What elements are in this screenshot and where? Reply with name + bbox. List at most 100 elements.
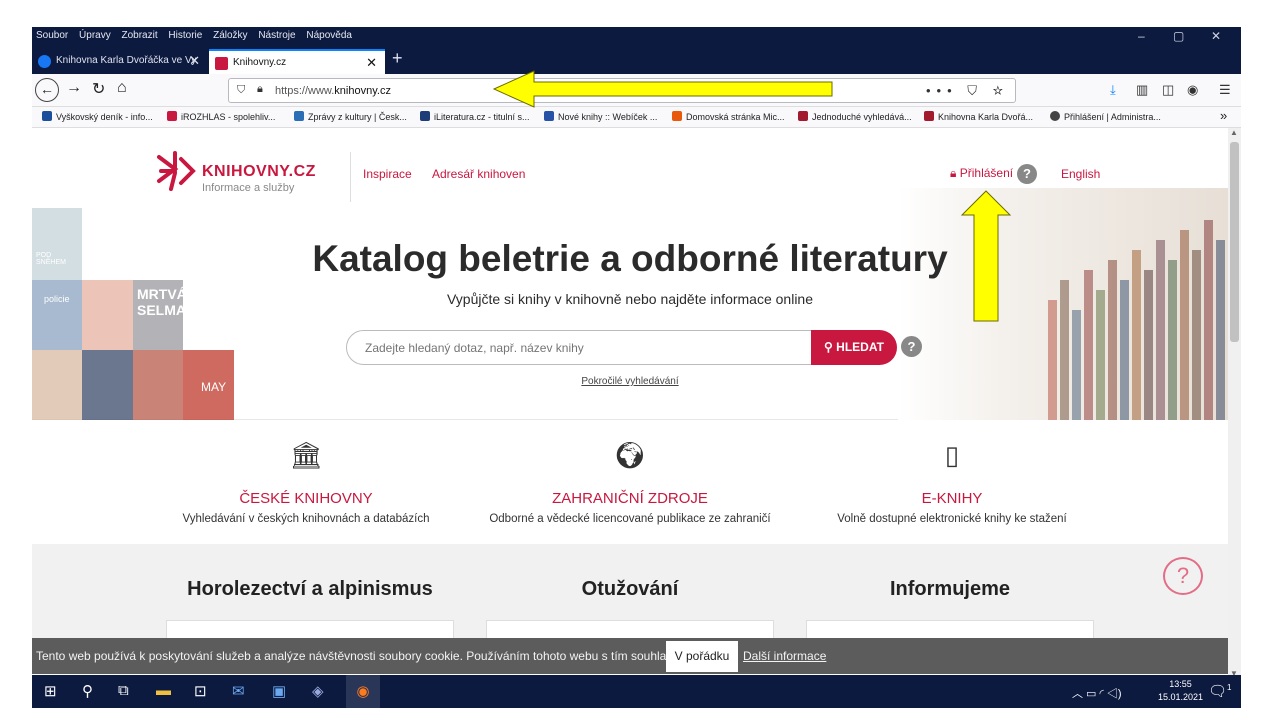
section-heading: Horolezectví a alpinismus xyxy=(187,578,433,600)
menu-zobrazit[interactable]: Zobrazit xyxy=(118,27,162,41)
account-icon[interactable]: ◉ xyxy=(1187,82,1198,98)
search-input[interactable] xyxy=(363,340,803,356)
hero-section: POD SNĚHEM policie MRTVÁ SELMA MAY KNIHO… xyxy=(32,128,1228,420)
clock[interactable]: 13:55 15.01.2021 xyxy=(1158,678,1203,704)
tab-knihovny[interactable]: Knihovny.cz ✕ xyxy=(209,49,385,74)
close-tab-icon[interactable]: ✕ xyxy=(189,53,200,69)
url-text: https://www.knihovny.cz xyxy=(275,85,391,97)
article-card[interactable] xyxy=(486,620,774,638)
windows-start-icon[interactable]: ⊞ xyxy=(44,682,57,700)
menu-napoveda[interactable]: Nápověda xyxy=(302,27,356,41)
tab-label: Knihovny.cz xyxy=(233,57,287,68)
menu-bar: Soubor Úpravy Zobrazit Historie Záložky … xyxy=(32,27,1241,46)
scroll-up-icon[interactable]: ▲ xyxy=(1230,128,1238,137)
service-title[interactable]: ZAHRANIČNÍ ZDROJE xyxy=(470,490,790,507)
forward-button[interactable]: → xyxy=(66,79,82,97)
file-explorer-icon[interactable]: ▬ xyxy=(156,682,171,699)
annotation-arrow-up xyxy=(960,190,1012,322)
bookmark-item[interactable]: Knihovna Karla Dvořá... xyxy=(924,111,1033,122)
menu-nastroje[interactable]: Nástroje xyxy=(254,27,299,41)
library-icon[interactable]: ▥ xyxy=(1136,82,1148,98)
language-english-link[interactable]: English xyxy=(1061,167,1100,181)
login-help-icon[interactable]: ? xyxy=(1017,164,1037,184)
bookmark-item[interactable]: Nové knihy :: Webíček ... xyxy=(544,111,657,122)
store-icon[interactable]: ⊡ xyxy=(194,682,207,700)
menu-historie[interactable]: Historie xyxy=(164,27,206,41)
sidebar-icon[interactable]: ◫ xyxy=(1162,82,1174,98)
site-logo-subtitle: Informace a služby xyxy=(202,182,295,194)
task-view-icon[interactable]: ⧉ xyxy=(118,682,129,699)
menu-icon[interactable]: ☰ xyxy=(1219,82,1231,98)
bookmark-item[interactable]: Domovská stránka Mic... xyxy=(672,111,785,122)
bookmark-item[interactable]: Vyškovský deník - info... xyxy=(42,111,153,122)
knihovny-logo-icon[interactable] xyxy=(157,151,197,191)
article-card[interactable] xyxy=(166,620,454,638)
menu-upravy[interactable]: Úpravy xyxy=(75,27,115,41)
tracking-shield-icon[interactable]: ⛉ xyxy=(237,84,245,97)
close-window-button[interactable]: ✕ xyxy=(1199,29,1233,43)
reload-button[interactable]: ↻ xyxy=(92,79,105,99)
service-ceske-knihovny[interactable]: 🏛︎ ČESKÉ KNIHOVNY Vyhledávání v českých … xyxy=(146,440,466,525)
service-title[interactable]: E-KNIHY xyxy=(792,490,1112,507)
search-icon[interactable]: ⚲ xyxy=(82,682,93,700)
page-actions[interactable]: ••• ⛉ ☆ xyxy=(926,83,1009,99)
globe-icon: 🌍︎ xyxy=(613,440,647,470)
menu-soubor[interactable]: Soubor xyxy=(32,27,72,41)
section-heading: Informujeme xyxy=(889,578,1011,600)
bookmark-item[interactable]: Jednoduché vyhledává... xyxy=(798,111,912,122)
bookmark-item[interactable]: Zprávy z kultury | Česk... xyxy=(294,111,407,122)
tablet-icon: ▯ xyxy=(944,440,960,470)
page-subtitle: Vypůjčte si knihy v knihovně nebo najdět… xyxy=(446,291,814,307)
service-zahranicni-zdroje[interactable]: 🌍︎ ZAHRANIČNÍ ZDROJE Odborné a vědecké l… xyxy=(470,440,790,525)
menu-zalozky[interactable]: Záložky xyxy=(209,27,251,41)
windows-taskbar: ⊞ ⚲ ⧉ ▬ ⊡ ✉ ▣ ◈ ◉ ︿ ▭ ◜ ◁) 13:55 15.01.2… xyxy=(32,675,1241,708)
help-chat-icon[interactable]: ? xyxy=(1163,557,1203,595)
search-box xyxy=(346,330,812,365)
bookmarks-bar: Vyškovský deník - info... iROZHLAS - spo… xyxy=(32,107,1241,128)
tab-label: Knihovna Karla Dvořáčka ve Vy xyxy=(56,55,197,66)
firefox-icon[interactable]: ◉ xyxy=(346,675,380,708)
advanced-search-link[interactable]: Pokročilé vyhledávání xyxy=(32,376,1228,387)
service-description: Odborné a vědecké licencované publikace … xyxy=(489,513,771,525)
bookmarks-overflow-button[interactable]: » xyxy=(1220,108,1227,123)
service-e-knihy[interactable]: ▯ E-KNIHY Volně dostupné elektronické kn… xyxy=(792,440,1112,525)
app-icon[interactable]: ◈ xyxy=(312,682,324,700)
notifications-icon[interactable]: 🗨︎1 xyxy=(1208,682,1232,700)
site-logo-text[interactable]: KNIHOVNY.CZ xyxy=(202,163,316,181)
article-card[interactable] xyxy=(806,620,1094,638)
tab-knihovna-dvoracka[interactable]: Knihovna Karla Dvořáčka ve Vy ✕ xyxy=(32,49,208,74)
nav-adresar-knihoven[interactable]: Adresář knihoven xyxy=(432,167,525,181)
globe-icon xyxy=(1050,111,1060,121)
close-tab-icon[interactable]: ✕ xyxy=(366,55,377,71)
maximize-button[interactable]: ▢ xyxy=(1162,29,1196,43)
remote-desktop-icon[interactable]: ▣ xyxy=(272,682,286,700)
new-tab-button[interactable]: + xyxy=(392,48,403,69)
scrollbar-thumb[interactable] xyxy=(1230,142,1239,342)
page-scrollbar[interactable]: ▲ ▼ xyxy=(1228,128,1241,678)
system-tray-icons[interactable]: ︿ ▭ ◜ ◁) xyxy=(1072,685,1121,701)
knihovny-logo-icon xyxy=(215,57,228,70)
nav-inspirace[interactable]: Inspirace xyxy=(363,167,412,181)
bookmark-item[interactable]: iLiteratura.cz - titulní s... xyxy=(420,111,530,122)
bookmark-icon xyxy=(544,111,554,121)
bank-icon: 🏛︎ xyxy=(289,440,323,470)
search-help-icon[interactable]: ? xyxy=(901,336,922,357)
back-button[interactable]: ← xyxy=(35,78,59,102)
bookmark-item[interactable]: iROZHLAS - spolehliv... xyxy=(167,111,275,122)
download-icon[interactable]: ⤓ xyxy=(1110,82,1116,98)
web-page: POD SNĚHEM policie MRTVÁ SELMA MAY KNIHO… xyxy=(32,128,1228,638)
bookmark-item[interactable]: Přihlášení | Administra... xyxy=(1050,111,1161,122)
bookmark-icon xyxy=(294,111,304,121)
bookmark-icon xyxy=(924,111,934,121)
minimize-button[interactable]: – xyxy=(1124,29,1158,43)
bookmark-icon xyxy=(167,111,177,121)
service-title[interactable]: ČESKÉ KNIHOVNY xyxy=(146,490,466,507)
mail-icon[interactable]: ✉ xyxy=(232,682,245,700)
home-button[interactable]: ⌂ xyxy=(117,79,127,97)
cookie-more-info-link[interactable]: Další informace xyxy=(743,649,826,663)
page-title: Katalog beletrie a odborné literatury xyxy=(312,238,948,279)
search-button[interactable]: ⚲ HLEDAT xyxy=(811,330,897,365)
lock-icon[interactable]: 🔒︎ xyxy=(257,83,263,96)
cookie-accept-button[interactable]: V pořádku xyxy=(666,641,738,672)
login-link[interactable]: 🔒︎ Přihlášení xyxy=(950,166,1013,181)
